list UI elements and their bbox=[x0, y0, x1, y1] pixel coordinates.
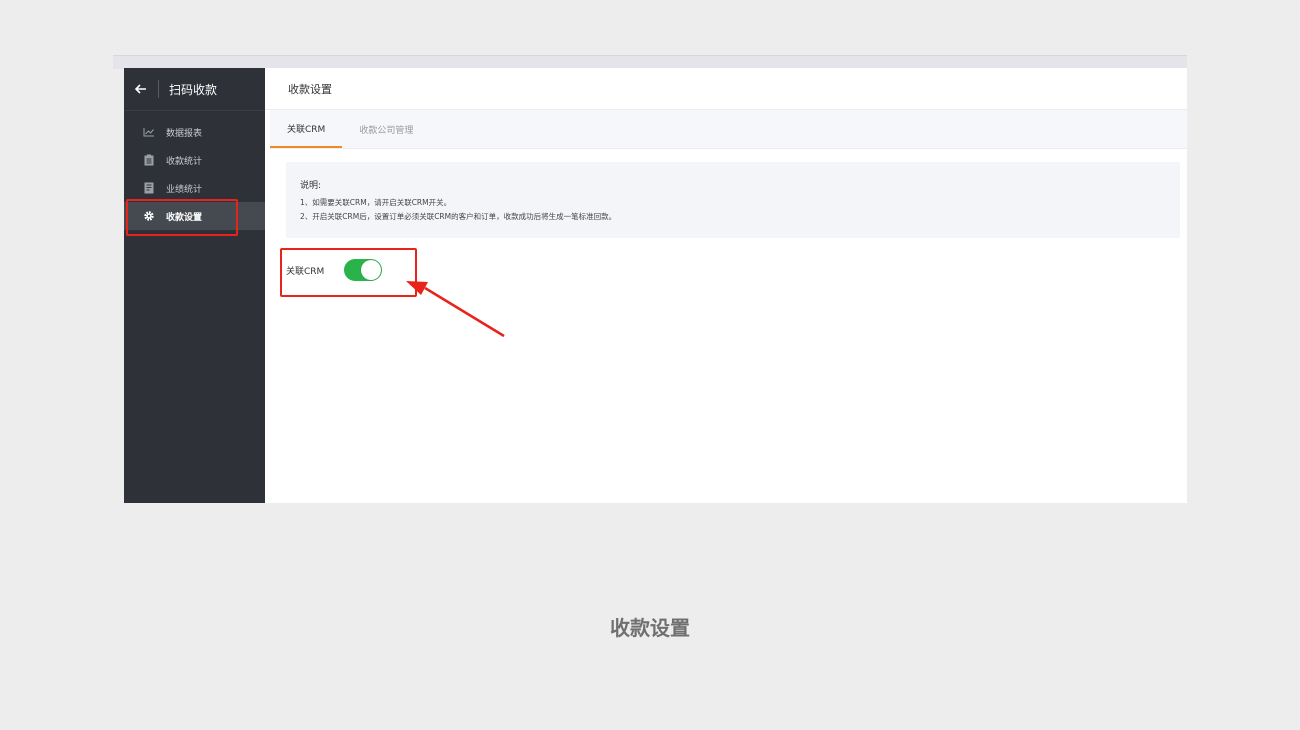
sidebar-item-payment-settings[interactable]: 收款设置 bbox=[124, 202, 265, 230]
window-top-bar bbox=[113, 55, 1187, 69]
tab-link-crm[interactable]: 关联CRM bbox=[270, 111, 343, 148]
crm-toggle-switch[interactable] bbox=[344, 259, 383, 281]
notice-box: 说明: 1、如需要关联CRM，请开启关联CRM开关。 2、开启关联CRM后，设置… bbox=[286, 162, 1180, 238]
sidebar-item-label: 业绩统计 bbox=[166, 184, 203, 195]
back-button[interactable] bbox=[124, 68, 158, 110]
sidebar-title: 扫码收款 bbox=[169, 82, 218, 97]
sidebar: 扫码收款 数据报表 收款统计 业绩统计 收款设置 bbox=[124, 68, 265, 503]
sidebar-item-payment-stats[interactable]: 收款统计 bbox=[124, 146, 265, 174]
document-icon bbox=[142, 181, 156, 195]
clipboard-icon bbox=[142, 153, 156, 167]
sidebar-item-performance-stats[interactable]: 业绩统计 bbox=[124, 174, 265, 202]
gear-icon bbox=[142, 209, 156, 223]
main-content: 收款设置 关联CRM 收款公司管理 说明: 1、如需要关联CRM，请开启关联CR… bbox=[265, 68, 1187, 503]
chart-line-icon bbox=[142, 125, 156, 139]
caption: 收款设置 bbox=[610, 616, 690, 640]
sidebar-item-label: 数据报表 bbox=[166, 128, 203, 139]
sidebar-item-label: 收款设置 bbox=[166, 212, 203, 223]
sidebar-header: 扫码收款 bbox=[124, 68, 265, 111]
toggle-knob bbox=[361, 260, 382, 280]
notice-line: 2、开启关联CRM后，设置订单必须关联CRM的客户和订单，收款成功后将生成一笔标… bbox=[300, 212, 617, 221]
sidebar-menu: 数据报表 收款统计 业绩统计 收款设置 bbox=[124, 111, 265, 230]
crm-setting-row: 关联CRM bbox=[286, 258, 383, 282]
notice-title: 说明: bbox=[300, 181, 322, 191]
tab-company-management[interactable]: 收款公司管理 bbox=[342, 111, 430, 148]
page-title: 收款设置 bbox=[265, 68, 1187, 110]
crm-toggle-label: 关联CRM bbox=[286, 266, 325, 277]
sidebar-item-data-report[interactable]: 数据报表 bbox=[124, 118, 265, 146]
arrow-left-icon bbox=[134, 80, 147, 98]
sidebar-item-label: 收款统计 bbox=[166, 156, 203, 167]
tab-bar: 关联CRM 收款公司管理 bbox=[270, 110, 1187, 149]
header-divider bbox=[158, 80, 159, 98]
notice-line: 1、如需要关联CRM，请开启关联CRM开关。 bbox=[300, 198, 452, 207]
app-frame: 扫码收款 数据报表 收款统计 业绩统计 收款设置 收款设置 关联CRM 收款公司… bbox=[124, 68, 1187, 503]
